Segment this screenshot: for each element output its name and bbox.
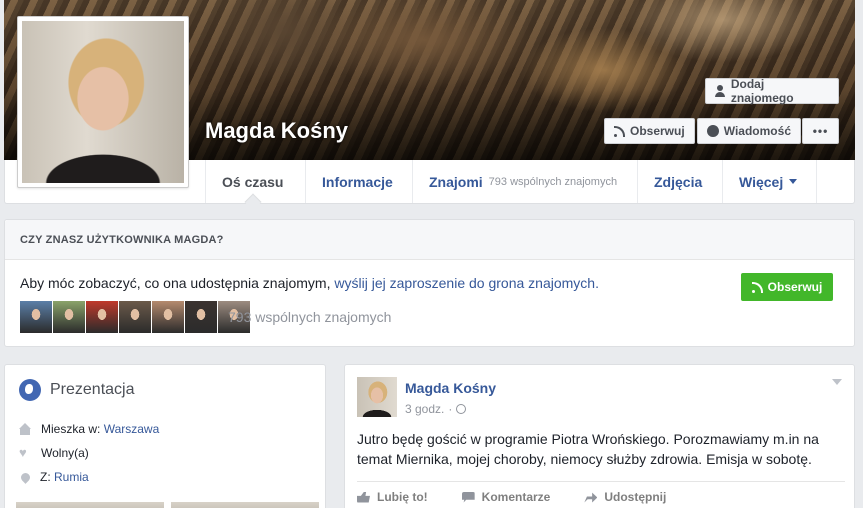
tab-more-label: Więcej (739, 173, 784, 190)
tab-photos[interactable]: Zdjęcia (637, 160, 718, 203)
mutual-friends-thumbnails (20, 301, 250, 333)
from-label: Z: (40, 470, 51, 484)
intro-relationship: ♥ Wolny(a) (19, 446, 89, 460)
intro-photo[interactable] (16, 502, 164, 508)
do-you-know-card: CZY ZNASZ UŻYTKOWNIKA MAGDA? Aby móc zob… (4, 219, 855, 347)
home-icon (19, 423, 31, 435)
post-meta-separator: · (448, 402, 453, 416)
message-label: Wiadomość (723, 124, 791, 138)
like-label: Lubię to! (377, 490, 428, 504)
comment-icon (461, 491, 475, 503)
tab-friends-count: 793 wspólnych znajomych (488, 175, 618, 188)
follow-label: Obserwuj (630, 124, 685, 138)
add-friend-button[interactable]: Dodaj znajomego (705, 77, 839, 105)
messenger-icon (707, 125, 719, 137)
chevron-down-icon (789, 179, 798, 184)
post-time[interactable]: 3 godz. (405, 402, 444, 416)
public-globe-icon (456, 404, 467, 414)
profile-picture-image (22, 21, 184, 183)
friend-request-prompt: Aby móc zobaczyć, co ona udostępnia znaj… (20, 275, 599, 291)
from-link[interactable]: Rumia (54, 470, 89, 484)
mutual-friend-avatar[interactable] (185, 301, 217, 333)
post-author-avatar[interactable] (357, 377, 397, 417)
add-friend-icon (715, 85, 726, 97)
heart-icon: ♥ (19, 445, 27, 460)
tab-about-label: Informacje (322, 173, 393, 190)
intro-photo[interactable] (171, 502, 319, 508)
mutual-friend-avatar[interactable] (86, 301, 118, 333)
post-options-chevron-icon[interactable] (832, 379, 842, 385)
follow-green-label: Obserwuj (767, 280, 823, 294)
tab-friends-label: Znajomi (429, 173, 483, 190)
follow-icon (751, 281, 763, 293)
follow-green-button[interactable]: Obserwuj (741, 273, 833, 301)
mutual-friends-count[interactable]: 793 wspólnych znajomych (228, 309, 391, 325)
follow-icon (614, 125, 625, 137)
prompt-text: Aby móc zobaczyć, co ona udostępnia znaj… (20, 275, 331, 291)
send-friend-request-link[interactable]: wyślij jej zaproszenie do grona znajomyc… (334, 275, 599, 291)
profile-picture[interactable] (17, 16, 189, 188)
post-actions: Lubię to! Komentarze Udostępnij (357, 481, 845, 504)
post-meta: 3 godz. · (405, 402, 467, 416)
mutual-friend-avatar[interactable] (119, 301, 151, 333)
lives-in-label: Mieszka w: (41, 422, 101, 436)
message-button[interactable]: Wiadomość (697, 118, 801, 144)
profile-name[interactable]: Magda Kośny (205, 118, 348, 144)
add-friend-label: Dodaj znajomego (730, 77, 794, 105)
intro-card: Prezentacja Mieszka w: Warszawa ♥ Wolny(… (4, 364, 326, 508)
tab-photos-label: Zdjęcia (654, 173, 703, 190)
post-card: Magda Kośny 3 godz. · Jutro będę gościć … (344, 364, 855, 508)
intro-photos (16, 502, 319, 508)
like-button[interactable]: Lubię to! (357, 490, 428, 504)
share-icon (584, 492, 598, 503)
intro-lives-in: Mieszka w: Warszawa (19, 422, 159, 436)
intro-from: Z: Rumia (19, 470, 89, 484)
share-button[interactable]: Udostępnij (584, 490, 666, 504)
follow-button[interactable]: Obserwuj (604, 118, 695, 144)
tab-timeline-label: Oś czasu (222, 173, 284, 190)
share-label: Udostępnij (604, 490, 667, 504)
tab-about[interactable]: Informacje (305, 160, 409, 203)
post-text: Jutro będę gościć w programie Piotra Wro… (357, 431, 819, 467)
mutual-friend-avatar[interactable] (53, 301, 85, 333)
comment-button[interactable]: Komentarze (461, 490, 551, 504)
do-you-know-heading: CZY ZNASZ UŻYTKOWNIKA MAGDA? (5, 220, 854, 260)
mutual-friend-avatar[interactable] (152, 301, 184, 333)
thumbs-up-icon (357, 491, 370, 503)
post-author-name[interactable]: Magda Kośny (405, 380, 496, 396)
intro-title-text: Prezentacja (50, 381, 135, 398)
more-options-button[interactable]: ••• (802, 118, 839, 144)
mutual-friend-avatar[interactable] (20, 301, 52, 333)
location-pin-icon (19, 470, 32, 484)
intro-title: Prezentacja (19, 379, 135, 401)
comment-label: Komentarze (481, 490, 551, 504)
globe-icon (19, 379, 41, 401)
lives-in-link[interactable]: Warszawa (104, 422, 160, 436)
tab-friends[interactable]: Znajomi 793 wspólnych znajomych (412, 160, 633, 203)
relationship-value: Wolny(a) (41, 446, 89, 460)
tab-more[interactable]: Więcej (722, 160, 817, 203)
